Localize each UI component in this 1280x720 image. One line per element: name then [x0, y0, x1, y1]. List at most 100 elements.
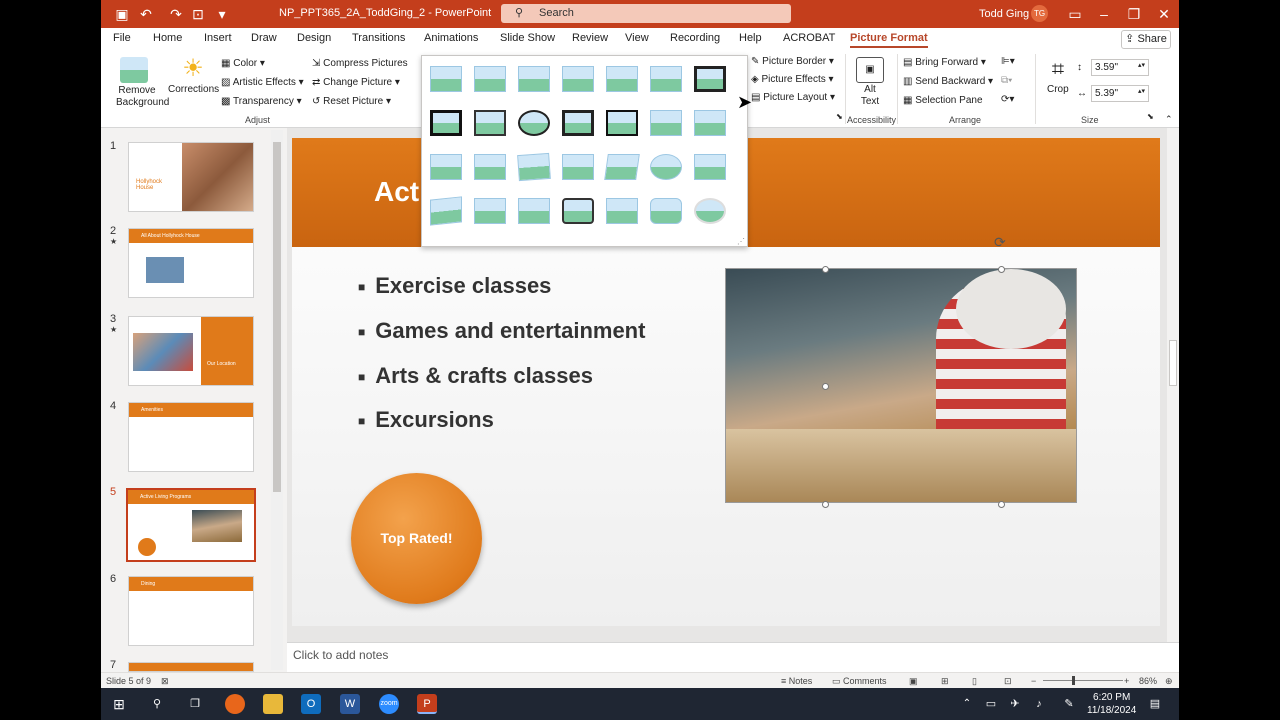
picture-style-thumb[interactable]: [562, 198, 594, 224]
resize-handle[interactable]: [822, 266, 829, 273]
remove-background-button[interactable]: Remove Background: [116, 85, 169, 109]
resize-handle[interactable]: [822, 501, 829, 508]
slide-thumb-1[interactable]: Hollyhock House: [128, 142, 254, 212]
customize-qat-icon[interactable]: ▾: [213, 5, 231, 23]
canvas-scrollbar[interactable]: [1167, 128, 1179, 642]
accessibility-icon[interactable]: ⊠: [161, 676, 169, 687]
slide-title[interactable]: Act: [374, 176, 419, 208]
alt-text-button[interactable]: Alt Text: [858, 84, 882, 108]
rotate-icon[interactable]: ⟳▾: [1001, 94, 1014, 105]
picture-style-thumb[interactable]: [650, 110, 682, 136]
zoom-slider-thumb[interactable]: [1072, 676, 1075, 685]
picture-style-thumb[interactable]: [518, 66, 550, 92]
bullet-item[interactable]: ■ Excursions: [358, 407, 494, 433]
align-icon[interactable]: ⊫▾: [1001, 56, 1015, 67]
crop-button[interactable]: Crop: [1047, 84, 1069, 95]
slide-thumb-4[interactable]: Amenities: [128, 402, 254, 472]
search-input[interactable]: ⚲ Search: [501, 4, 791, 23]
avatar[interactable]: TG: [1031, 5, 1048, 22]
user-name[interactable]: Todd Ging: [979, 8, 1029, 20]
picture-style-thumb[interactable]: [694, 110, 726, 136]
dialog-launcher-icon[interactable]: ⬊: [836, 112, 843, 121]
tab-animations[interactable]: Animations: [424, 32, 478, 44]
present-icon[interactable]: ⊡: [189, 5, 207, 23]
slide-thumb-2[interactable]: All About Hollyhock House: [128, 228, 254, 298]
picture-style-thumb[interactable]: [650, 154, 682, 180]
picture-style-thumb[interactable]: [474, 110, 506, 136]
corrections-button[interactable]: Corrections: [168, 84, 219, 95]
picture-style-thumb[interactable]: [694, 154, 726, 180]
zoom-icon[interactable]: zoom: [379, 694, 399, 714]
send-backward-button[interactable]: ▥ Send Backward ▾: [903, 76, 993, 87]
word-icon[interactable]: W: [340, 694, 360, 714]
tab-home[interactable]: Home: [153, 32, 182, 44]
picture-style-thumb[interactable]: [650, 66, 682, 92]
pen-icon[interactable]: ✎: [1059, 694, 1079, 714]
scroll-thumb[interactable]: [1169, 340, 1177, 386]
network-icon[interactable]: ✈: [1005, 694, 1025, 714]
color-button[interactable]: ▦ Color ▾: [221, 58, 265, 69]
width-field[interactable]: 5.39" ▴▾: [1091, 85, 1149, 102]
artistic-effects-button[interactable]: ▨ Artistic Effects ▾: [221, 77, 304, 88]
ribbon-display-icon[interactable]: ▭: [1066, 5, 1084, 23]
picture-effects-button[interactable]: ◈ Picture Effects ▾: [751, 74, 834, 85]
bullet-item[interactable]: ■ Games and entertainment: [358, 318, 645, 344]
slide-thumb-5[interactable]: Active Living Programs: [126, 488, 256, 562]
height-spinner[interactable]: ▴▾: [1138, 61, 1145, 69]
share-button[interactable]: ⇪ Share: [1121, 30, 1171, 49]
normal-view-icon[interactable]: ▣: [909, 676, 918, 687]
picture-style-thumb[interactable]: [517, 152, 551, 182]
height-field[interactable]: 3.59" ▴▾: [1091, 59, 1149, 76]
close-icon[interactable]: ✕: [1155, 5, 1173, 23]
slide-thumb-7[interactable]: [128, 662, 254, 672]
task-view-icon[interactable]: ❐: [185, 694, 205, 714]
rotate-handle-icon[interactable]: ⟳: [994, 234, 1006, 251]
tab-recording[interactable]: Recording: [670, 32, 720, 44]
tab-draw[interactable]: Draw: [251, 32, 277, 44]
search-icon[interactable]: ⚲: [147, 694, 167, 714]
slide-thumb-3[interactable]: Our Location: [128, 316, 254, 386]
picture-style-thumb[interactable]: [474, 198, 506, 224]
scroll-thumb[interactable]: [273, 142, 281, 492]
picture-style-thumb[interactable]: [518, 198, 550, 224]
notifications-icon[interactable]: ▤: [1145, 694, 1165, 714]
tab-design[interactable]: Design: [297, 32, 331, 44]
compress-pictures-button[interactable]: ⇲ Compress Pictures: [312, 58, 408, 69]
save-icon[interactable]: ▣: [113, 5, 131, 23]
picture-style-thumb[interactable]: [430, 154, 462, 180]
tab-acrobat[interactable]: ACROBAT: [783, 32, 835, 44]
tab-transitions[interactable]: Transitions: [352, 32, 405, 44]
picture-style-thumb[interactable]: [694, 66, 726, 92]
powerpoint-icon[interactable]: P: [417, 694, 437, 714]
crop-icon[interactable]: ⌗: [1044, 56, 1072, 82]
notes-button[interactable]: ≡ Notes: [781, 676, 812, 686]
size-dialog-launcher-icon[interactable]: ⬊: [1147, 112, 1154, 121]
resize-handle[interactable]: [998, 266, 1005, 273]
collapse-ribbon-icon[interactable]: ⌃: [1165, 114, 1173, 125]
notes-pane[interactable]: Click to add notes: [287, 642, 1179, 672]
remove-background-icon[interactable]: [120, 57, 148, 83]
tab-help[interactable]: Help: [739, 32, 762, 44]
tab-insert[interactable]: Insert: [204, 32, 232, 44]
slide-show-icon[interactable]: ⊡: [1004, 676, 1012, 687]
reading-view-icon[interactable]: ▯: [972, 676, 977, 687]
picture-style-thumb[interactable]: [606, 66, 638, 92]
outlook-icon[interactable]: O: [301, 694, 321, 714]
picture-style-thumb[interactable]: [604, 154, 640, 180]
zoom-slider[interactable]: [1043, 680, 1123, 681]
comments-button[interactable]: ▭ Comments: [832, 676, 887, 687]
zoom-in-icon[interactable]: +: [1124, 676, 1129, 686]
bullet-item[interactable]: ■ Exercise classes: [358, 273, 551, 299]
picture-style-thumb[interactable]: [694, 198, 726, 224]
picture-style-thumb[interactable]: [606, 198, 638, 224]
firefox-icon[interactable]: [225, 694, 245, 714]
battery-icon[interactable]: ▭: [981, 694, 1001, 714]
minimize-icon[interactable]: –: [1095, 5, 1113, 23]
bullet-item[interactable]: ■ Arts & crafts classes: [358, 363, 593, 389]
group-icon[interactable]: ⧉▾: [1001, 75, 1012, 86]
selection-pane-button[interactable]: ▦ Selection Pane: [903, 95, 983, 106]
alt-text-icon[interactable]: ▣: [856, 57, 884, 83]
picture-style-thumb[interactable]: [474, 154, 506, 180]
tab-review[interactable]: Review: [572, 32, 608, 44]
transparency-button[interactable]: ▩ Transparency ▾: [221, 96, 302, 107]
